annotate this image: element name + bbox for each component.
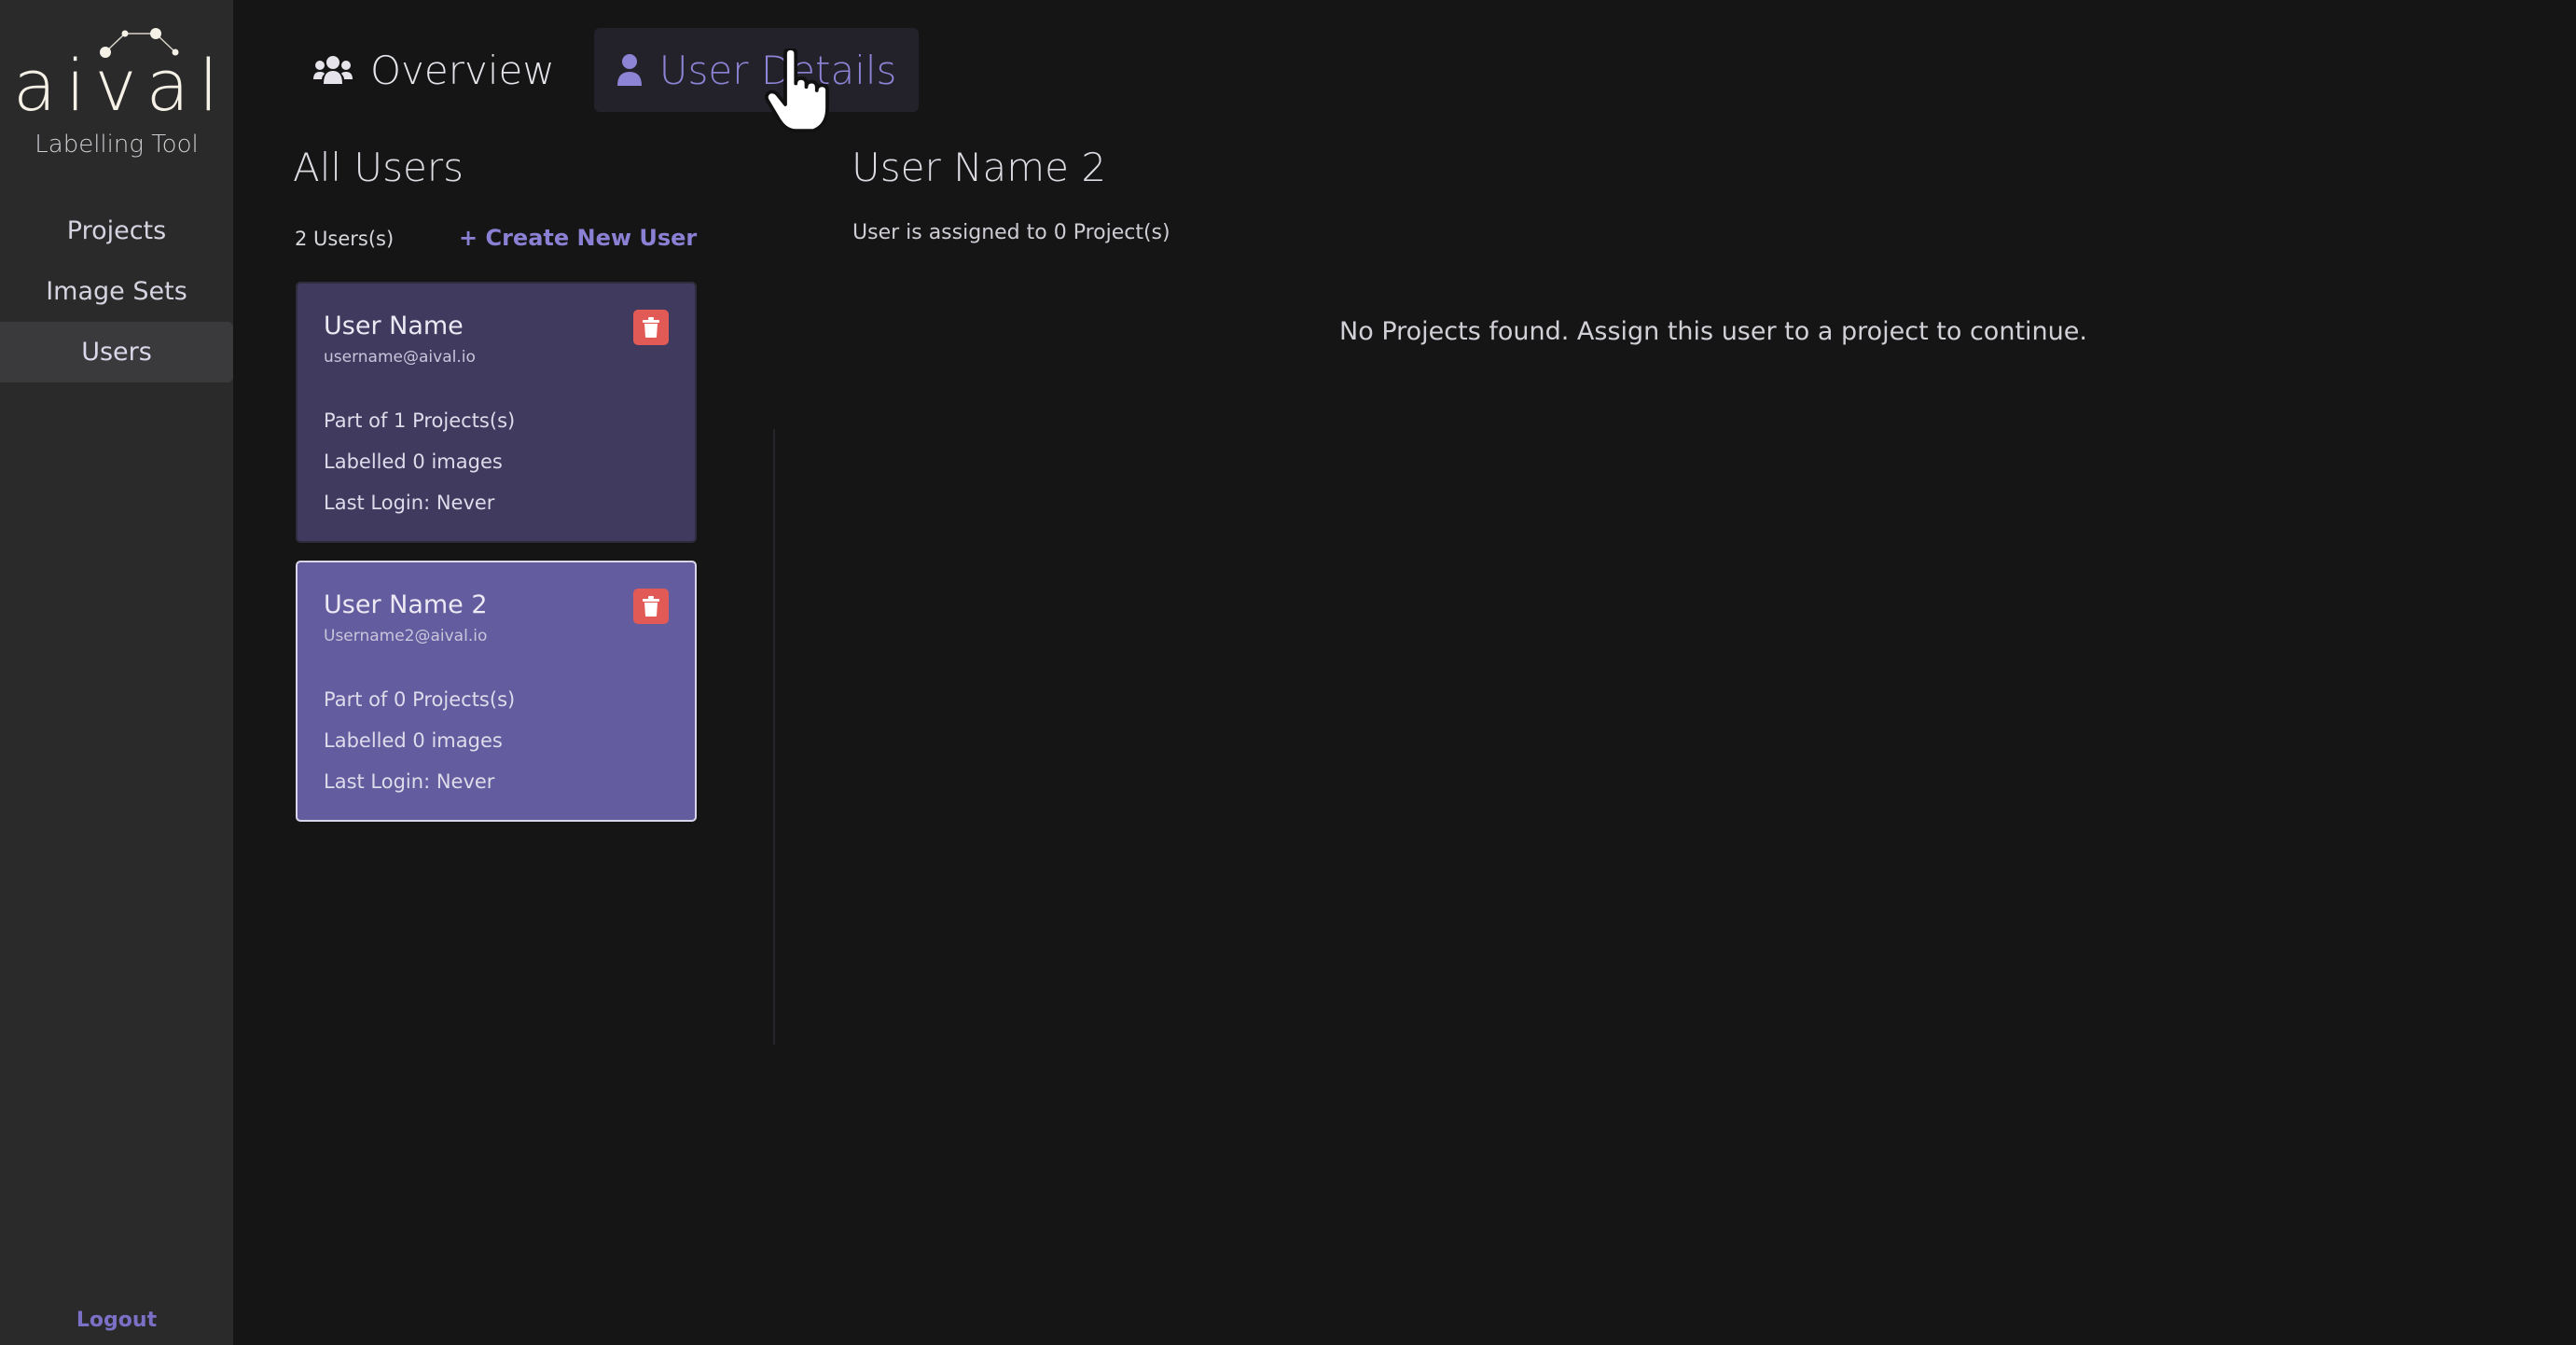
trash-icon [643,596,659,617]
user-card[interactable]: User Name username@aival.io Part of 1 Pr… [296,282,697,543]
create-new-user-button[interactable]: + Create New User [459,225,697,251]
user-detail-title: User Name 2 [852,145,1107,190]
user-card-email: username@aival.io [324,348,476,367]
sidebar-item-users[interactable]: Users [0,322,233,382]
sidebar-item-image-sets[interactable]: Image Sets [0,261,233,322]
user-card-name: User Name [324,312,464,340]
sidebar-item-projects[interactable]: Projects [0,201,233,261]
user-card-selected[interactable]: User Name 2 Username2@aival.io Part of 0… [296,561,697,822]
user-count: 2 Users(s) [295,228,395,250]
empty-projects-message: No Projects found. Assign this user to a… [1339,317,2087,346]
logout-link[interactable]: Logout [0,1309,233,1332]
all-users-heading: All Users [293,145,464,190]
tab-overview[interactable]: Overview [294,28,574,112]
user-card-last-login: Last Login: Never [324,492,495,514]
column-divider [773,429,775,1045]
user-card-labelled: Labelled 0 images [324,451,503,473]
user-card-email: Username2@aival.io [324,627,488,645]
sidebar-nav: Projects Image Sets Users [0,201,233,382]
user-card-labelled: Labelled 0 images [324,729,503,752]
logo: aival Labelling Tool [0,0,233,177]
user-card-name: User Name 2 [324,590,488,619]
logo-wordmark: aival [12,44,229,127]
user-assigned-count: User is assigned to 0 Project(s) [852,221,1170,244]
tab-overview-label: Overview [370,47,555,93]
trash-icon [643,317,659,338]
user-card-last-login: Last Login: Never [324,770,495,793]
users-icon [312,54,353,86]
tab-user-details-label: User Details [658,47,897,93]
tab-bar: Overview User Details [294,28,920,112]
delete-user-button[interactable] [633,310,669,345]
logo-subtitle: Labelling Tool [35,131,199,159]
user-card-projects: Part of 0 Projects(s) [324,688,516,711]
tab-user-details[interactable]: User Details [593,28,920,112]
user-card-projects: Part of 1 Projects(s) [324,409,516,432]
app-root: aival Labelling Tool Projects Image Sets… [0,0,2576,1345]
sidebar: aival Labelling Tool Projects Image Sets… [0,0,233,1345]
delete-user-button[interactable] [633,589,669,624]
user-icon [616,53,643,87]
